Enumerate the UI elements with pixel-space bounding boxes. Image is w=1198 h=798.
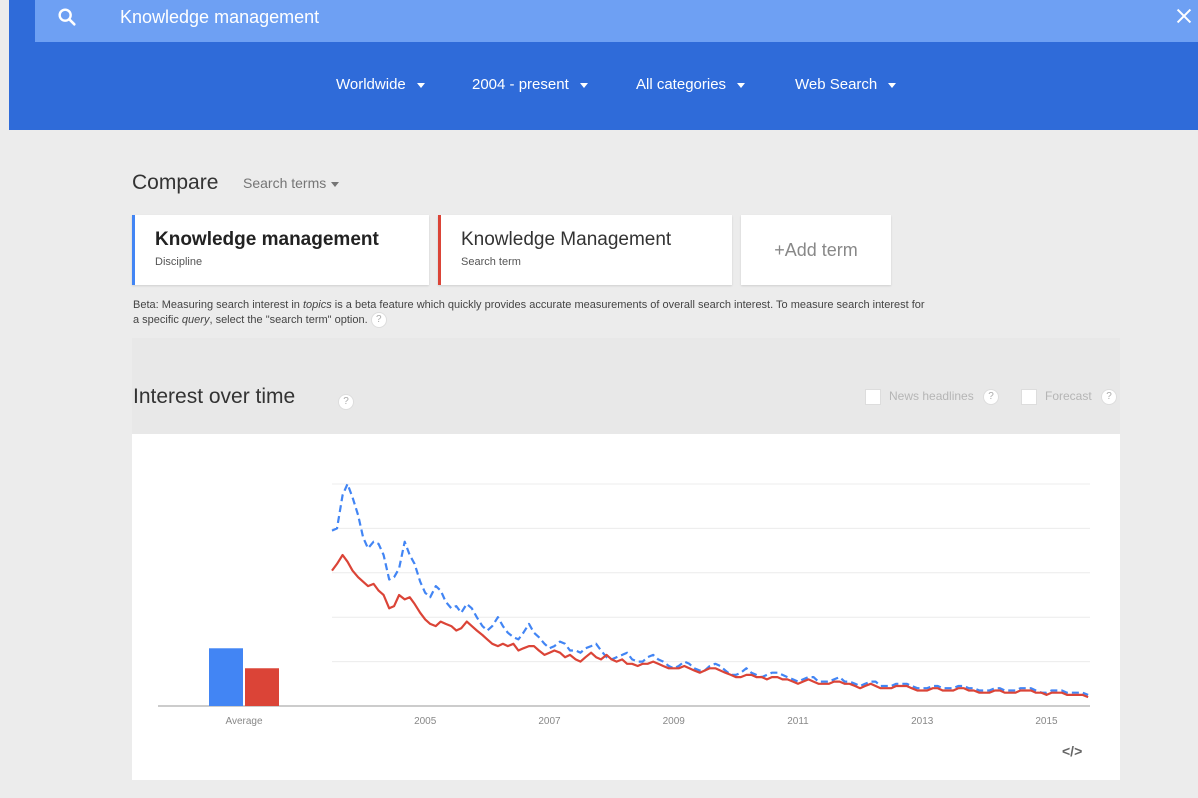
chevron-down-icon [888, 82, 897, 88]
news-headlines-option[interactable]: News headlines ? [865, 389, 1000, 405]
term-card-1[interactable]: Knowledge management Discipline [132, 215, 429, 285]
help-icon[interactable]: ? [1101, 389, 1118, 405]
chevron-down-icon [737, 82, 746, 88]
forecast-checkbox[interactable] [1021, 389, 1037, 405]
embed-code-icon[interactable]: </> [1062, 743, 1082, 759]
compare-mode-label: Search terms [243, 175, 327, 191]
beta-note-text: , select the "search term" option. [209, 313, 368, 326]
filter-time-range[interactable]: 2004 - present [472, 76, 588, 93]
interest-chart-card: Average 2005 2007 2009 2011 2013 2015 [132, 434, 1120, 780]
add-term-button[interactable]: +Add term [741, 215, 891, 285]
forecast-option[interactable]: Forecast ? [1021, 389, 1118, 405]
filter-region[interactable]: Worldwide [336, 76, 425, 93]
average-bar [245, 668, 279, 706]
news-headlines-label: News headlines [889, 389, 974, 404]
beta-note-query: query [181, 313, 210, 326]
news-headlines-checkbox[interactable] [865, 389, 881, 405]
close-icon[interactable] [1173, 5, 1195, 27]
search-icon[interactable] [56, 6, 78, 28]
help-icon[interactable]: ? [370, 312, 387, 328]
beta-note: Beta: Measuring search interest in topic… [133, 299, 933, 328]
filter-bar: Worldwide 2004 - present All categories … [0, 76, 1198, 106]
x-tick-label: 2005 [414, 716, 437, 727]
x-tick-label: 2011 [787, 716, 809, 727]
help-icon[interactable]: ? [983, 389, 1000, 405]
filter-time-range-label: 2004 - present [472, 76, 569, 93]
add-term-label: +Add term [774, 240, 858, 260]
average-label: Average [225, 716, 263, 727]
chevron-down-icon [331, 181, 340, 187]
filter-category[interactable]: All categories [636, 76, 746, 93]
interest-chart: Average 2005 2007 2009 2011 2013 2015 [158, 482, 1090, 727]
term-title: Knowledge management [155, 229, 379, 250]
series-line-1 [331, 482, 1089, 696]
filter-search-type-label: Web Search [795, 76, 878, 93]
forecast-label: Forecast [1045, 389, 1092, 404]
filter-region-label: Worldwide [336, 76, 406, 93]
search-input[interactable]: Knowledge management [120, 7, 319, 28]
series-line-2 [331, 553, 1089, 699]
beta-note-text: Beta: Measuring search interest in [133, 299, 303, 311]
compare-mode-dropdown[interactable]: Search terms [243, 175, 340, 191]
x-tick-label: 2013 [911, 716, 934, 727]
interest-over-time-title: Interest over time [133, 385, 296, 408]
chevron-down-icon [579, 82, 588, 88]
average-bar [209, 648, 243, 706]
x-tick-label: 2015 [1035, 716, 1058, 727]
x-tick-label: 2009 [663, 716, 686, 727]
filter-category-label: All categories [636, 76, 727, 93]
help-icon[interactable]: ? [338, 394, 354, 410]
term-type: Discipline [155, 256, 203, 268]
compare-title: Compare [132, 171, 219, 194]
term-card-2[interactable]: Knowledge Management Search term [438, 215, 732, 285]
beta-note-topics: topics [302, 299, 332, 311]
filter-search-type[interactable]: Web Search [795, 76, 897, 93]
term-title: Knowledge Management [461, 229, 672, 250]
x-tick-label: 2007 [538, 716, 561, 727]
term-type: Search term [461, 256, 521, 268]
chevron-down-icon [416, 82, 425, 88]
